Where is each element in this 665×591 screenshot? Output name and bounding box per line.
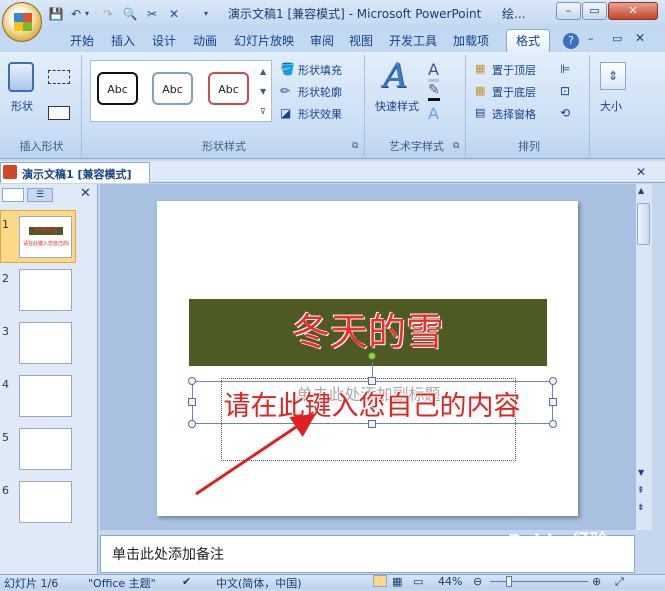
scroll-thumb[interactable] — [637, 203, 650, 245]
zoom-slider-thumb[interactable] — [506, 576, 512, 587]
next-slide-icon[interactable]: ⇟ — [637, 503, 645, 513]
scroll-down-icon[interactable]: ▼ — [638, 468, 644, 477]
notes-placeholder: 单击此处添加备注 — [112, 547, 224, 563]
office-logo-icon — [14, 13, 32, 31]
slideshow-view-icon[interactable]: ▭ — [413, 575, 423, 588]
normal-view-icon[interactable] — [373, 575, 387, 587]
baidu-watermark-url: jingyan.baidu.com — [528, 556, 612, 566]
zoom-in-icon[interactable]: ⊕ — [592, 575, 601, 588]
zoom-level[interactable]: 44% — [438, 575, 462, 588]
slide-sorter-icon[interactable]: ▦ — [392, 575, 402, 588]
annotation-arrow — [195, 413, 316, 496]
fit-to-window-icon[interactable]: ⤢ — [615, 575, 624, 589]
scroll-up-icon[interactable]: ▲ — [638, 186, 644, 195]
spell-check-icon[interactable]: ✔ — [182, 575, 191, 588]
prev-slide-icon[interactable]: ⇞ — [637, 486, 645, 496]
zoom-out-icon[interactable]: ⊖ — [473, 575, 482, 588]
office-button[interactable] — [2, 2, 42, 42]
baidu-watermark: Baidu 经验 — [508, 531, 609, 552]
zoom-slider[interactable] — [490, 581, 588, 582]
